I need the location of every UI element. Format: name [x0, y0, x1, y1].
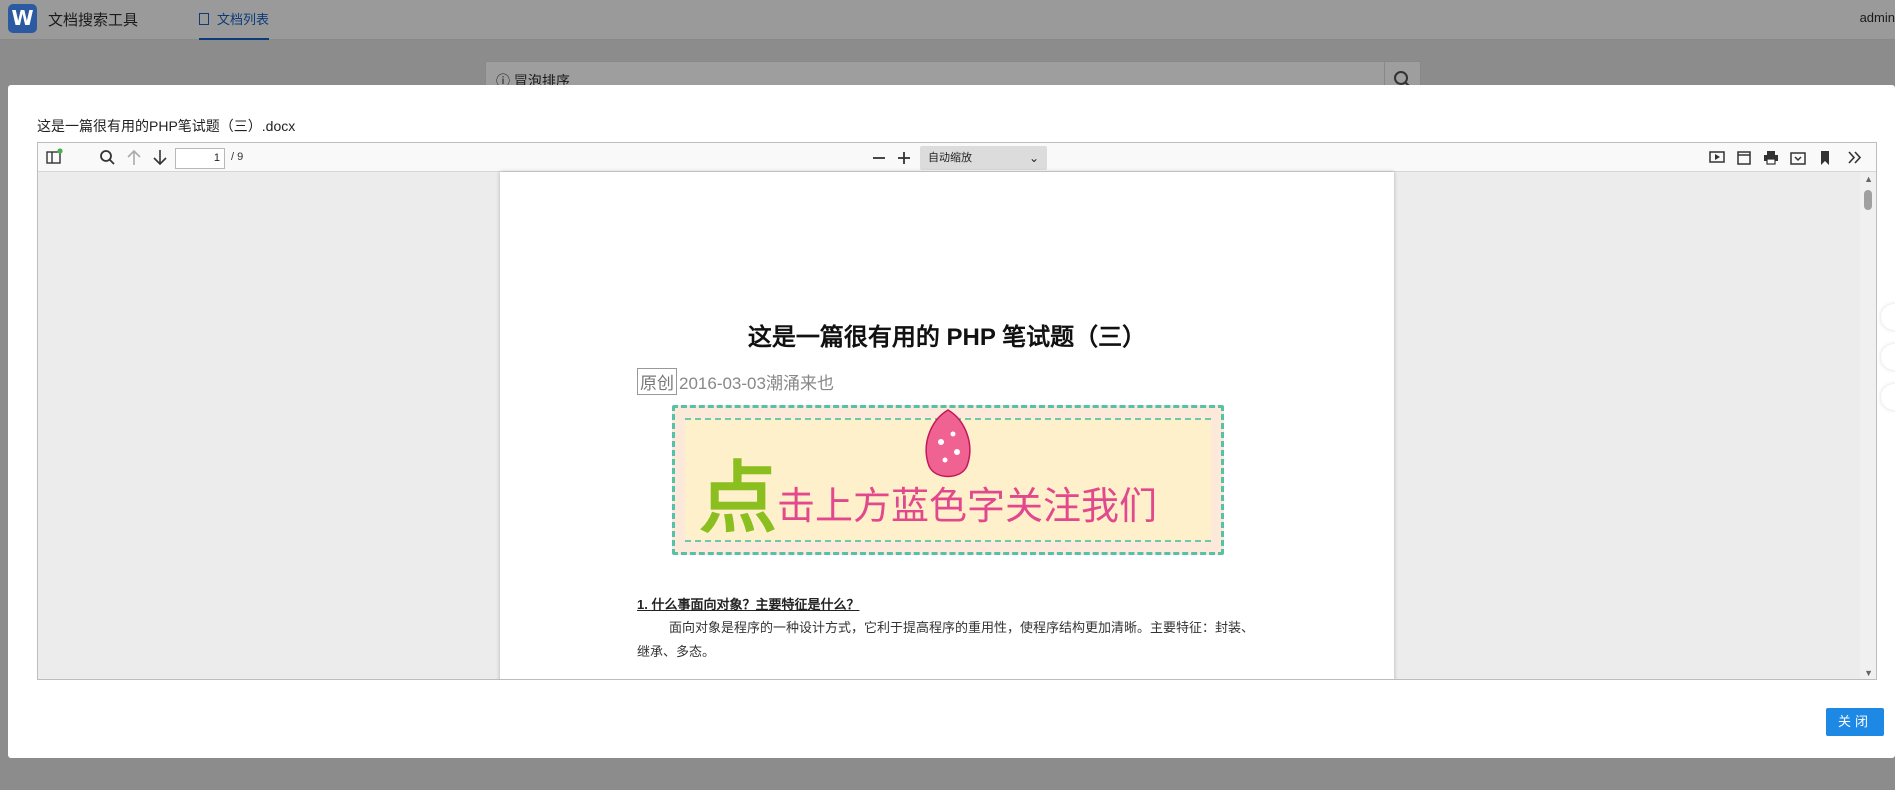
- document-title: 这是一篇很有用的 PHP 笔试题（三）: [747, 324, 1147, 351]
- open-file-icon: [1737, 151, 1751, 165]
- open-file-button[interactable]: [1733, 148, 1755, 167]
- search-icon: [100, 150, 115, 165]
- document-list-icon: [199, 13, 209, 25]
- find-button[interactable]: [96, 148, 118, 167]
- zoom-in-icon: [898, 152, 910, 164]
- scroll-up-icon[interactable]: ▲: [1864, 174, 1873, 184]
- sidebar-toggle-icon: [46, 148, 63, 164]
- print-icon: [1764, 151, 1778, 165]
- page-count: / 9: [231, 151, 244, 163]
- bookmark-button[interactable]: [1814, 148, 1836, 167]
- viewer-content[interactable]: 这是一篇很有用的 PHP 笔试题（三） 原创 2016-03-03潮涌来也 点击上…: [38, 172, 1860, 679]
- page-number-input[interactable]: 1: [175, 148, 225, 169]
- app-header: W 文档搜索工具 文档列表 admin: [0, 0, 1895, 40]
- document-page: 这是一篇很有用的 PHP 笔试题（三） 原创 2016-03-03潮涌来也 点击上…: [500, 172, 1394, 679]
- preview-modal: 这是一篇很有用的PHP笔试题（三）.docx 1 / 9 自动缩放 ⌄ 这是一篇…: [8, 85, 1895, 758]
- next-page-button[interactable]: [149, 148, 171, 167]
- zoom-out-button[interactable]: [868, 148, 890, 167]
- follow-banner: 点击上方蓝色字关注我们: [672, 405, 1224, 555]
- print-button[interactable]: [1760, 148, 1782, 167]
- viewer-scrollbar[interactable]: ▲ ▼: [1860, 172, 1876, 679]
- zoom-select[interactable]: 自动缩放 ⌄: [920, 146, 1047, 170]
- previous-page-button[interactable]: [123, 148, 145, 167]
- viewer-toolbar: 1 / 9 自动缩放 ⌄: [38, 143, 1876, 172]
- arrow-up-icon: [127, 149, 141, 165]
- banner-big-char: 点: [699, 454, 778, 542]
- question-title: 1. 什么事面向对象？主要特征是什么？: [637, 597, 860, 612]
- download-icon: [1790, 152, 1806, 165]
- app-logo: W: [8, 4, 37, 33]
- scrollbar-thumb[interactable]: [1864, 190, 1872, 210]
- scroll-down-icon[interactable]: ▼: [1864, 668, 1873, 678]
- more-tools-button[interactable]: [1844, 148, 1866, 167]
- publish-info: 2016-03-03潮涌来也: [679, 374, 834, 393]
- arrow-down-icon: [153, 150, 167, 166]
- presentation-mode-button[interactable]: [1706, 148, 1728, 167]
- presentation-icon: [1709, 151, 1725, 163]
- zoom-out-icon: [873, 157, 885, 159]
- question-body: 面向对象是程序的一种设计方式，它利于提高程序的重用性，使程序结构更加清晰。主要特…: [637, 620, 1255, 659]
- banner-text: 击上方蓝色字关注我们: [777, 486, 1158, 528]
- zoom-in-button[interactable]: [893, 148, 915, 167]
- bookmark-icon: [1821, 151, 1829, 165]
- tab-label: 文档列表: [217, 12, 270, 27]
- download-button[interactable]: [1787, 148, 1809, 167]
- close-button[interactable]: 关闭: [1826, 708, 1884, 736]
- app-title: 文档搜索工具: [48, 12, 139, 29]
- modal-title: 这是一篇很有用的PHP笔试题（三）.docx: [37, 118, 296, 134]
- sidebar-toggle-button[interactable]: [44, 148, 64, 167]
- chevron-down-icon: ⌄: [1028, 151, 1039, 165]
- tab-document-list[interactable]: 文档列表: [199, 0, 270, 40]
- original-tag: 原创: [637, 368, 677, 395]
- zoom-value: 自动缩放: [928, 152, 972, 164]
- more-tools-icon: [1848, 151, 1862, 164]
- document-meta: 原创 2016-03-03潮涌来也: [637, 368, 834, 395]
- pdf-viewer: 1 / 9 自动缩放 ⌄ 这是一篇很有用的 PHP 笔试题（三） 原创 2016…: [37, 142, 1877, 680]
- user-menu[interactable]: admin: [1860, 10, 1895, 25]
